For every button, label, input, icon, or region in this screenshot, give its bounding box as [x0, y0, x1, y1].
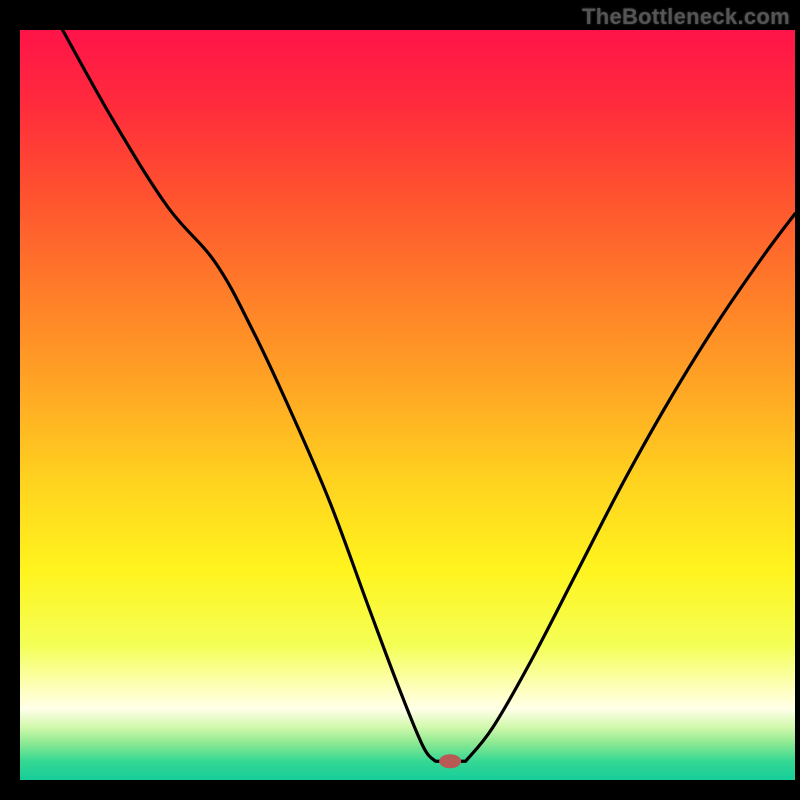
bottleneck-chart — [0, 0, 800, 800]
watermark-text: TheBottleneck.com — [582, 4, 790, 30]
chart-stage: TheBottleneck.com — [0, 0, 800, 800]
gradient-plot-area — [20, 30, 795, 780]
optimum-marker — [439, 754, 461, 768]
